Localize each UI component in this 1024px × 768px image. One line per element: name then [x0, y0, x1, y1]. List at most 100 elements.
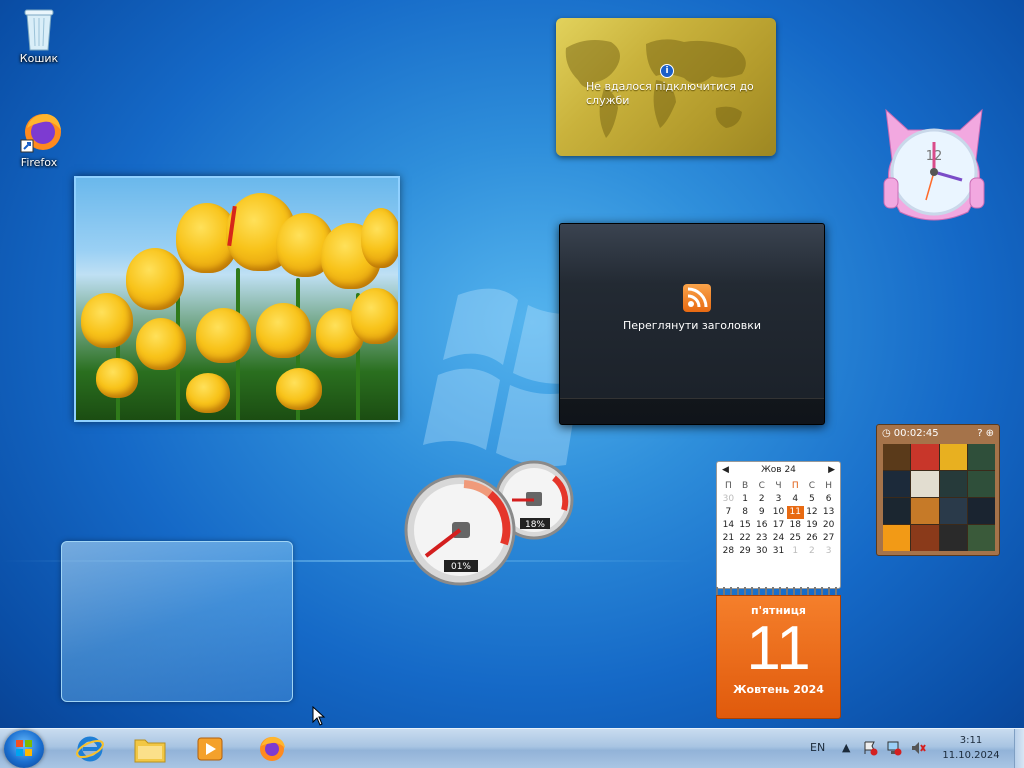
timer-icon: ◷ [882, 427, 891, 439]
feed-headlines-gadget[interactable]: Переглянути заголовки [559, 223, 825, 425]
taskbar-date: 11.10.2024 [942, 750, 1000, 761]
empty-gadget-frame[interactable] [61, 541, 293, 702]
calendar-weekday-header: П [791, 481, 799, 491]
calendar-day-cell[interactable]: 25 [787, 532, 804, 545]
desktop-icon-firefox[interactable]: Firefox [7, 110, 71, 169]
calendar-day-cell[interactable]: 11 [786, 506, 804, 519]
internet-explorer-icon [76, 736, 104, 762]
puzzle-timer: 00:02:45 [893, 427, 939, 439]
calendar-day-cell[interactable]: 6 [820, 493, 837, 506]
calendar-day-cell[interactable]: 30 [720, 493, 737, 506]
ram-usage-value: 18% [525, 520, 545, 530]
calendar-day-cell[interactable]: 2 [753, 493, 770, 506]
firefox-icon [260, 736, 285, 761]
calendar-day-cell[interactable]: 20 [820, 519, 837, 532]
calendar-day-cell[interactable]: 1 [787, 545, 804, 558]
calendar-day-number: 11 [746, 614, 811, 683]
taskbar-clock[interactable]: 3:11 11.10.2024 [935, 733, 1007, 763]
desktop: Кошик Firefox i Не вдалося підключитися … [0, 0, 1024, 728]
action-center-icon[interactable] [862, 740, 878, 760]
calendar-day-cell[interactable]: 29 [737, 545, 754, 558]
taskbar-time: 3:11 [959, 735, 983, 746]
calendar-day-cell[interactable]: 28 [720, 545, 737, 558]
firefox-icon [19, 110, 61, 154]
calendar-day-cell[interactable]: 30 [753, 545, 770, 558]
calendar-day-cell[interactable]: 31 [770, 545, 787, 558]
calendar-day-view: п'ятниця 11 Жовтень 2024 [716, 595, 841, 719]
calendar-day-cell[interactable]: 1 [737, 493, 754, 506]
cpu-usage-value: 01% [451, 562, 471, 572]
taskbar-firefox[interactable] [248, 731, 296, 767]
calendar-day-cell[interactable]: 15 [737, 519, 754, 532]
cpu-meter-gadget[interactable]: 18% 01% [404, 458, 576, 590]
calendar-day-cell[interactable]: 14 [720, 519, 737, 532]
slideshow-gadget[interactable] [74, 176, 400, 422]
calendar-weekday-header: В [741, 481, 749, 491]
calendar-day-cell[interactable]: 26 [804, 532, 821, 545]
language-indicator[interactable]: EN [810, 741, 825, 754]
calendar-day-grid: П В С Ч П С Н 30 1 2 3 4 5 6 7 8 9 10 11 12 13 14 15 16 17 18 19 20… [717, 478, 840, 560]
calendar-day-cell[interactable]: 9 [753, 506, 770, 519]
taskbar-media-player[interactable] [186, 731, 234, 767]
calendar-day-cell[interactable]: 4 [787, 493, 804, 506]
taskbar: EN ▲ 3:11 11.10.2024 [0, 728, 1024, 768]
volume-muted-icon[interactable] [910, 740, 926, 760]
clock-gadget[interactable]: 12 [876, 100, 992, 226]
file-explorer-icon [134, 739, 166, 763]
calendar-day-cell[interactable]: 17 [770, 519, 787, 532]
calendar-day-cell[interactable]: 3 [770, 493, 787, 506]
calendar-day-cell[interactable]: 16 [753, 519, 770, 532]
calendar-day-cell[interactable]: 21 [720, 532, 737, 545]
calendar-day-cell[interactable]: 3 [820, 545, 837, 558]
tulip-photo [76, 178, 398, 420]
calendar-month-header: Жов 24 [761, 465, 796, 475]
show-hidden-icons-arrow[interactable]: ▲ [842, 741, 850, 754]
taskbar-file-explorer[interactable] [126, 731, 174, 767]
calendar-day-cell[interactable]: 13 [820, 506, 837, 519]
next-month-arrow-icon[interactable]: ▶ [828, 465, 835, 475]
calendar-gadget[interactable]: ◀ Жов 24 ▶ П В С Ч П С Н 30 1 2 3 4 5 6 7 8 9 10 11 12 13 14 1… [716, 461, 841, 719]
network-icon[interactable] [886, 740, 902, 760]
calendar-day-cell[interactable]: 22 [737, 532, 754, 545]
calendar-day-cell[interactable]: 19 [804, 519, 821, 532]
calendar-day-cell[interactable]: 2 [804, 545, 821, 558]
start-button[interactable] [4, 730, 44, 768]
calendar-day-cell[interactable]: 10 [770, 506, 787, 519]
rss-icon [683, 284, 711, 312]
desktop-icon-label: Кошик [19, 52, 59, 65]
calendar-day-cell[interactable]: 23 [753, 532, 770, 545]
calendar-day-cell[interactable]: 12 [804, 506, 821, 519]
view-headlines-link[interactable]: Переглянути заголовки [560, 319, 824, 332]
calendar-day-cell[interactable]: 18 [787, 519, 804, 532]
media-player-icon [197, 737, 223, 761]
cpu-meter-dials: 18% 01% [404, 460, 574, 586]
puzzle-tile-grid [883, 444, 995, 551]
feed-footer-bar [560, 398, 824, 424]
calendar-day-cell[interactable]: 7 [720, 506, 737, 519]
picture-icon[interactable]: ⊕ [986, 428, 994, 439]
show-desktop-button[interactable] [1014, 729, 1024, 768]
help-icon[interactable]: ? [977, 428, 982, 439]
calendar-day-cell[interactable]: 27 [820, 532, 837, 545]
windows-logo-icon [16, 740, 32, 756]
desktop-icon-recycle-bin[interactable]: Кошик [7, 6, 71, 65]
calendar-day-cell[interactable]: 24 [770, 532, 787, 545]
picture-puzzle-gadget[interactable]: ◷ 00:02:45 ? ⊕ [876, 424, 1000, 556]
info-icon: i [660, 64, 674, 78]
mouse-cursor-icon [312, 706, 326, 726]
calendar-weekday-header: Н [825, 481, 833, 491]
cat-clock-face: 12 [883, 108, 985, 221]
desktop-icon-label: Firefox [20, 156, 58, 169]
calendar-weekday-header: С [808, 481, 816, 491]
currency-gadget[interactable]: i Не вдалося підключитися до служби [556, 18, 776, 156]
currency-error-message: Не вдалося підключитися до служби [586, 80, 754, 107]
calendar-weekday-header: П [724, 481, 732, 491]
calendar-weekday-header: Ч [775, 481, 782, 491]
taskbar-internet-explorer[interactable] [66, 731, 114, 767]
calendar-weekday-header: С [758, 481, 765, 491]
prev-month-arrow-icon[interactable]: ◀ [722, 465, 729, 475]
calendar-day-cell[interactable]: 8 [737, 506, 754, 519]
recycle-bin-icon [19, 6, 59, 51]
calendar-day-cell[interactable]: 5 [804, 493, 821, 506]
calendar-month-year: Жовтень 2024 [733, 683, 824, 696]
